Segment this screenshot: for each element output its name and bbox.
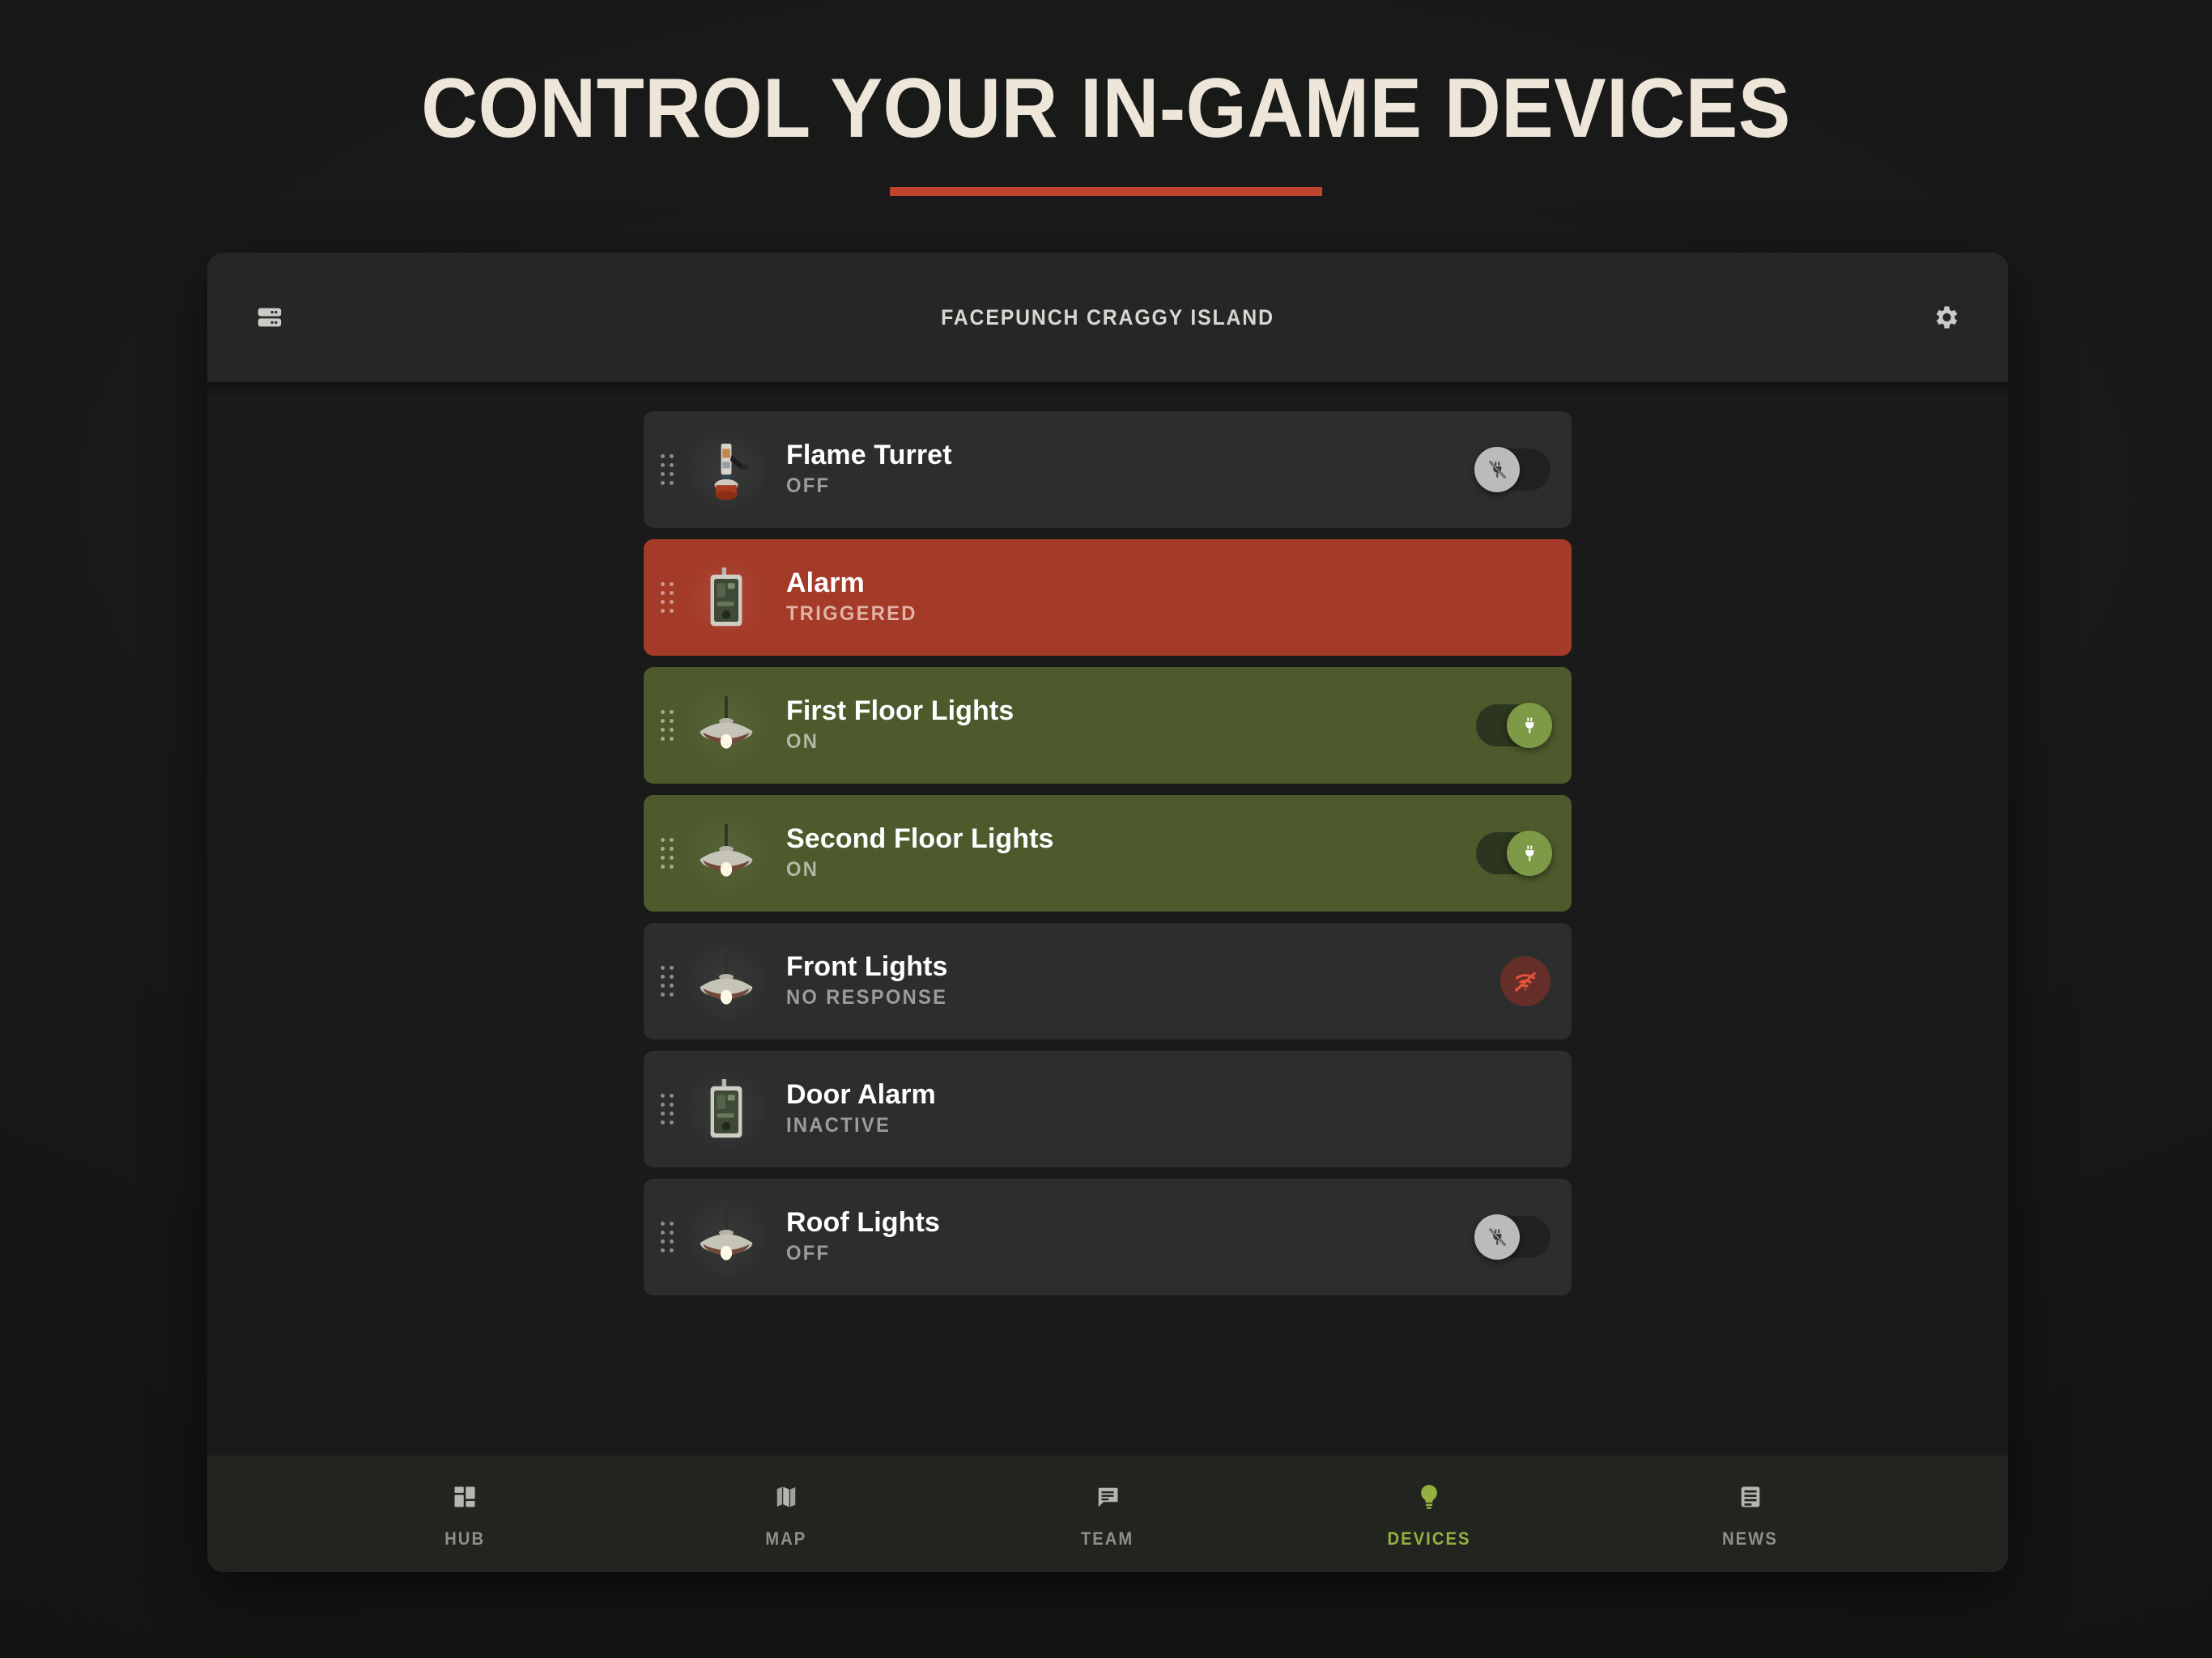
- nav-item-devices[interactable]: DEVICES: [1348, 1479, 1510, 1550]
- status-badge: NO RESPONSE: [786, 986, 948, 1010]
- status-badge: INACTIVE: [786, 1114, 891, 1137]
- hero-section: CONTROL YOUR IN-GAME DEVICES: [0, 0, 2212, 196]
- page-title: CONTROL YOUR IN-GAME DEVICES: [421, 62, 1791, 155]
- device-name: Roof Lights: [786, 1206, 940, 1238]
- status-badge: OFF: [786, 1242, 831, 1265]
- title-underline-accent: [890, 187, 1322, 196]
- app-header: FACEPUNCH CRAGGY ISLAND: [207, 253, 2008, 397]
- device-control: [1473, 1179, 1551, 1295]
- ceiling-lamp-thumbnail: [684, 811, 768, 895]
- device-control: [1473, 411, 1551, 528]
- lightbulb-icon: [1411, 1479, 1447, 1515]
- device-name: Door Alarm: [786, 1078, 936, 1110]
- nav-label: NEWS: [1722, 1528, 1778, 1549]
- ceiling-lamp-thumbnail: [684, 1195, 768, 1279]
- nav-item-news[interactable]: NEWS: [1670, 1479, 1831, 1550]
- nav-label: MAP: [765, 1528, 807, 1549]
- news-list-icon: [1733, 1479, 1768, 1515]
- toggle-knob: [1507, 831, 1552, 876]
- wifi-off-icon: [1515, 971, 1536, 992]
- plug-icon: [1525, 717, 1534, 733]
- power-toggle[interactable]: [1474, 447, 1551, 492]
- table-row[interactable]: Second Floor Lights ON: [644, 795, 1572, 912]
- plug-icon: [1525, 845, 1534, 861]
- table-row[interactable]: Roof Lights OFF: [644, 1179, 1572, 1295]
- nav-item-hub[interactable]: HUB: [384, 1479, 546, 1550]
- device-app-panel: FACEPUNCH CRAGGY ISLAND Flame Turret OFF…: [207, 253, 2008, 1572]
- plug-off-icon: [1489, 1228, 1506, 1246]
- nav-label: DEVICES: [1387, 1528, 1471, 1549]
- nav-label: HUB: [445, 1528, 486, 1549]
- ceiling-lamp-thumbnail: [684, 939, 768, 1023]
- device-text: First Floor Lights ON: [786, 695, 1015, 755]
- power-toggle[interactable]: [1474, 1214, 1551, 1260]
- device-text: Roof Lights OFF: [786, 1206, 940, 1266]
- device-control: [1473, 923, 1551, 1039]
- device-list: Flame Turret OFF Alarm TRIGGERED First F…: [644, 411, 1572, 1295]
- table-row[interactable]: First Floor Lights ON: [644, 667, 1572, 784]
- map-icon: [768, 1479, 804, 1515]
- power-toggle[interactable]: [1476, 703, 1552, 748]
- toggle-knob: [1474, 1214, 1520, 1260]
- status-badge: TRIGGERED: [786, 602, 917, 626]
- ceiling-lamp-thumbnail: [684, 683, 768, 767]
- device-text: Second Floor Lights ON: [786, 823, 1054, 882]
- nav-label: TEAM: [1081, 1528, 1134, 1549]
- drag-handle-icon[interactable]: [658, 829, 676, 878]
- device-text: Door Alarm INACTIVE: [786, 1078, 936, 1138]
- table-row[interactable]: Alarm TRIGGERED: [644, 539, 1572, 656]
- drag-handle-icon[interactable]: [658, 1213, 676, 1261]
- alarm-module-thumbnail: [684, 1067, 768, 1151]
- device-list-container: Flame Turret OFF Alarm TRIGGERED First F…: [207, 382, 2008, 1456]
- device-text: Alarm TRIGGERED: [786, 567, 924, 627]
- status-badge: ON: [786, 730, 819, 754]
- dashboard-grid-icon: [447, 1479, 483, 1515]
- plug-off-icon: [1489, 461, 1506, 478]
- device-control: [1473, 795, 1552, 912]
- device-name: Front Lights: [786, 950, 948, 982]
- status-badge: OFF: [786, 474, 831, 498]
- bottom-navigation: HUB MAP TEAM DEVICES NEWS: [207, 1456, 2008, 1572]
- alarm-module-thumbnail: [684, 555, 768, 640]
- nav-item-team[interactable]: TEAM: [1027, 1479, 1189, 1550]
- device-control: [1473, 667, 1552, 784]
- drag-handle-icon[interactable]: [658, 1085, 676, 1133]
- offline-badge[interactable]: [1500, 956, 1551, 1006]
- device-name: Alarm: [786, 567, 865, 598]
- table-row[interactable]: Door Alarm INACTIVE: [644, 1051, 1572, 1167]
- device-control: [1473, 1051, 1551, 1167]
- device-text: Front Lights NO RESPONSE: [786, 950, 956, 1010]
- nav-item-map[interactable]: MAP: [705, 1479, 867, 1550]
- flame-turret-thumbnail: [684, 427, 768, 512]
- toggle-knob: [1507, 703, 1552, 748]
- device-name: Second Floor Lights: [786, 823, 1054, 854]
- gear-icon[interactable]: [1919, 291, 1972, 344]
- toggle-knob: [1474, 447, 1520, 492]
- device-control: [1473, 539, 1551, 656]
- status-badge: ON: [786, 858, 819, 882]
- page-root: CONTROL YOUR IN-GAME DEVICES FACEPUNCH C…: [0, 0, 2212, 1658]
- drag-handle-icon[interactable]: [658, 573, 676, 622]
- device-name: First Floor Lights: [786, 695, 1015, 726]
- device-name: Flame Turret: [786, 439, 952, 470]
- server-name-label: FACEPUNCH CRAGGY ISLAND: [941, 304, 1274, 329]
- drag-handle-icon[interactable]: [658, 445, 676, 494]
- table-row[interactable]: Front Lights NO RESPONSE: [644, 923, 1572, 1039]
- device-text: Flame Turret OFF: [786, 439, 952, 499]
- power-toggle[interactable]: [1476, 831, 1552, 876]
- drag-handle-icon[interactable]: [658, 701, 676, 750]
- table-row[interactable]: Flame Turret OFF: [644, 411, 1572, 528]
- drag-handle-icon[interactable]: [658, 957, 676, 1005]
- chat-bubble-icon: [1090, 1479, 1125, 1515]
- server-rack-icon[interactable]: [243, 291, 296, 344]
